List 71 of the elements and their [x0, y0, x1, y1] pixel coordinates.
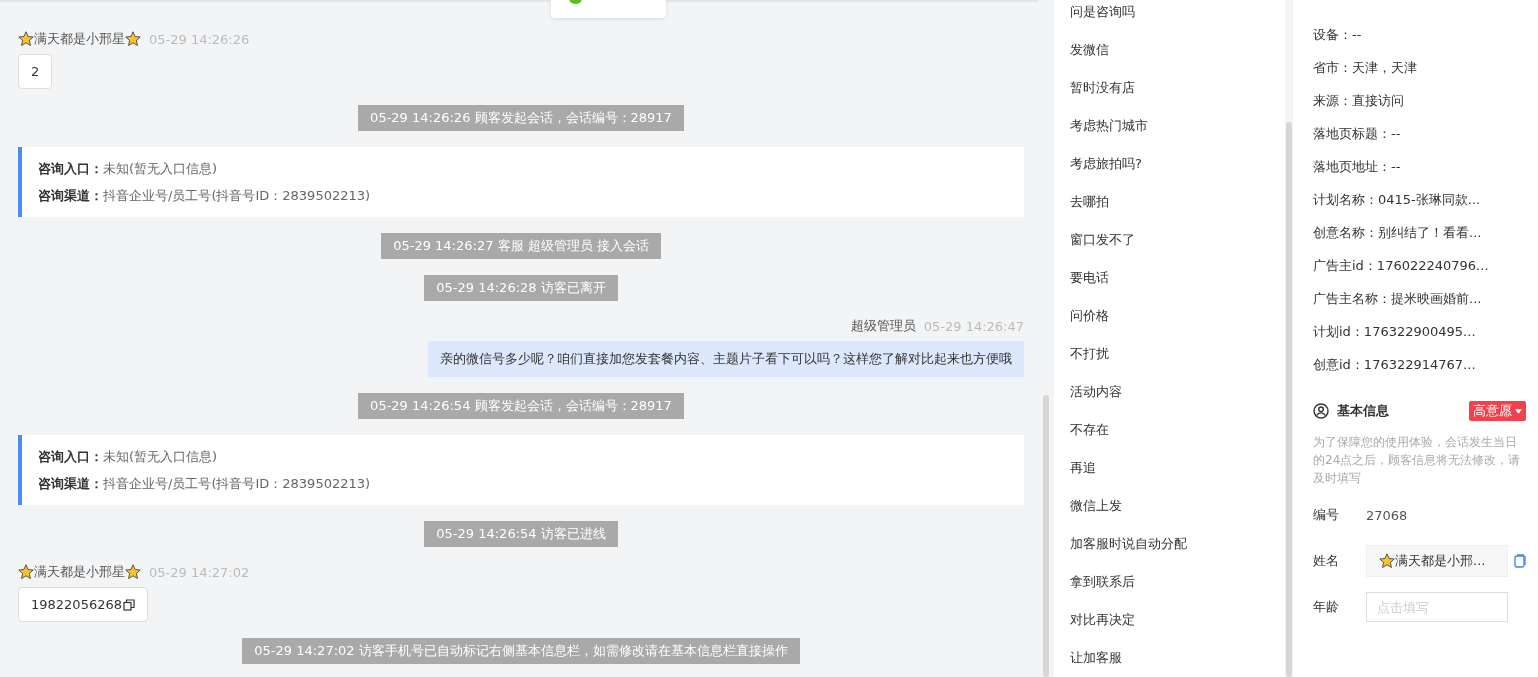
entry-label: 咨询入口：: [38, 449, 103, 464]
name-field[interactable]: 满天都是小邢...: [1366, 545, 1508, 577]
quick-reply-item[interactable]: 暂时没有店: [1053, 77, 1286, 115]
user-icon: [1313, 403, 1329, 419]
source-info-item: 省市：天津，天津: [1313, 59, 1418, 77]
star-icon: [18, 564, 34, 580]
quick-reply-item[interactable]: 发微信: [1053, 39, 1286, 77]
source-info-item: 广告主名称：提米映画婚前...: [1313, 290, 1483, 308]
quick-reply-item[interactable]: 不存在: [1053, 419, 1286, 457]
notice-text: 为了保障您的使用体验，会话发生当日的24点之后，顾客信息将无法修改，请及时填写: [1313, 434, 1522, 487]
quick-reply-item[interactable]: 再追: [1053, 457, 1286, 495]
quick-reply-item[interactable]: 活动内容: [1053, 381, 1286, 419]
entry-label: 咨询入口：: [38, 161, 103, 176]
message-text: 19822056268: [31, 597, 122, 612]
entry-label: 咨询渠道：: [38, 476, 103, 491]
message-time: 05-29 14:26:26: [149, 31, 250, 47]
field-value: 27068: [1366, 507, 1408, 523]
message-bubble: 亲的微信号多少呢？咱们直接加您发套餐内容、主题片子看下可以吗？这样您了解对比起来也方便哦: [428, 341, 1024, 377]
field-label: 姓名: [1313, 552, 1340, 570]
field-value: 满天都是小邢...: [1395, 552, 1486, 570]
system-notice: 05-29 14:26:27 客服 超级管理员 接入会话: [381, 233, 661, 259]
quick-reply-item[interactable]: 微信上发: [1053, 495, 1286, 533]
star-icon: [18, 31, 34, 47]
source-info-item: 广告主id：176022240796...: [1313, 257, 1490, 275]
system-notice: 05-29 14:26:26 顾客发起会话，会话编号：28917: [358, 105, 684, 131]
system-notice: 05-29 14:26:54 顾客发起会话，会话编号：28917: [358, 393, 684, 419]
quick-reply-item[interactable]: 问是咨询吗: [1053, 1, 1286, 39]
system-notice: 05-29 14:26:54 访客已进线: [424, 521, 618, 547]
copy-icon[interactable]: [123, 598, 135, 611]
source-info-item: 落地页标题：--: [1313, 125, 1402, 143]
entry-label: 咨询渠道：: [38, 188, 103, 203]
quick-reply-item[interactable]: 要电话: [1053, 267, 1286, 305]
quick-reply-item[interactable]: 问价格: [1053, 305, 1286, 343]
quick-reply-item[interactable]: 窗口发不了: [1053, 229, 1286, 267]
message-time: 05-29 14:27:02: [149, 564, 250, 580]
source-info-item: 计划id：176322900495...: [1313, 323, 1477, 341]
star-icon: [125, 31, 141, 47]
source-info-item: 创意名称：别纠结了！看看...: [1313, 224, 1483, 242]
section-title: 基本信息: [1337, 402, 1390, 420]
quick-reply-item[interactable]: 去哪拍: [1053, 191, 1286, 229]
visitor-name: 满天都是小邢星: [34, 563, 125, 581]
entry-value: 未知(暂无入口信息): [103, 161, 218, 176]
entry-value: 抖音企业号/员工号(抖音号ID：2839502213): [103, 188, 371, 203]
source-info-item: 计划名称：0415-张琳同款...: [1313, 191, 1482, 209]
agent-name: 超级管理员: [850, 317, 916, 335]
field-label: 年龄: [1313, 598, 1340, 616]
source-info-item: 落地页地址：--: [1313, 158, 1402, 176]
source-info-item: 设备：--: [1313, 26, 1363, 44]
message-time: 05-29 14:26:47: [923, 318, 1024, 334]
quick-reply-item[interactable]: 加客服时说自动分配: [1053, 533, 1286, 571]
star-icon: [1379, 553, 1395, 569]
star-icon: [125, 564, 141, 580]
entry-value: 未知(暂无入口信息): [103, 449, 218, 464]
visitor-name: 满天都是小邢星: [34, 30, 125, 48]
scrollbar-thumb[interactable]: [1043, 395, 1049, 677]
source-info-item: 来源：直接访问: [1313, 92, 1405, 110]
field-label: 编号: [1313, 506, 1340, 524]
message-text: 2: [31, 64, 40, 79]
source-info-item: 创意id：176322914767...: [1313, 356, 1477, 374]
quick-reply-item[interactable]: 对比再决定: [1053, 609, 1286, 647]
caret-icon: [1515, 408, 1522, 414]
intent-tag[interactable]: 高意愿: [1469, 401, 1526, 421]
system-notice: 05-29 14:26:28 访客已离开: [424, 275, 618, 301]
quick-reply-item[interactable]: 让加客服: [1053, 647, 1286, 677]
quick-reply-item[interactable]: 不打扰: [1053, 343, 1286, 381]
entry-value: 抖音企业号/员工号(抖音号ID：2839502213): [103, 476, 371, 491]
quick-reply-item[interactable]: 考虑旅拍吗?: [1053, 153, 1286, 191]
quick-reply-item[interactable]: 考虑热门城市: [1053, 115, 1286, 153]
system-notice: 05-29 14:27:02 访客手机号已自动标记右侧基本信息栏，如需修改请在基本信息栏直接操作: [242, 638, 800, 664]
scrollbar-thumb[interactable]: [1286, 122, 1293, 677]
quick-reply-item[interactable]: 拿到联系后: [1053, 571, 1286, 609]
